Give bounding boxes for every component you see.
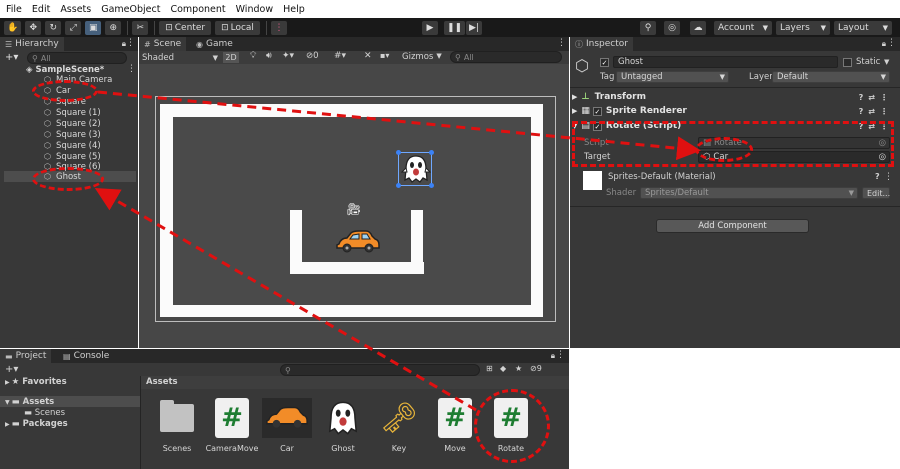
annotation-arrows (94, 90, 701, 412)
